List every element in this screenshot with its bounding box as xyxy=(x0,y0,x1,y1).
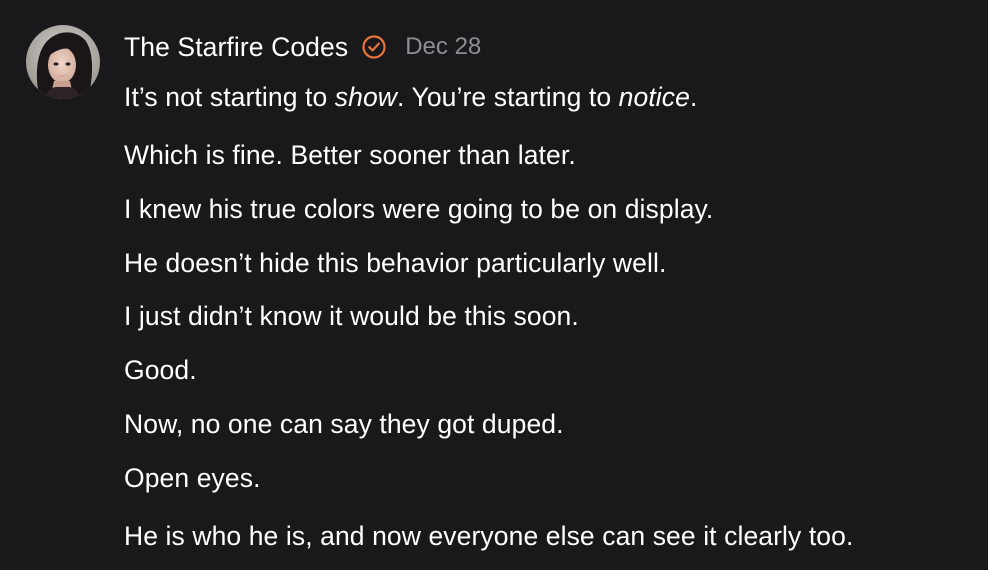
post-header: The Starfire Codes Dec 28 xyxy=(124,30,481,64)
verified-badge-icon xyxy=(361,34,387,60)
comment-line-2: Which is fine. Better sooner than later. xyxy=(124,140,576,170)
comment-line-8: Open eyes. xyxy=(124,463,261,493)
post-date[interactable]: Dec 28 xyxy=(405,33,481,61)
comment-post: The Starfire Codes Dec 28 It’s not start… xyxy=(0,0,988,570)
comment-line-5: I just didn’t know it would be this soon… xyxy=(124,301,579,331)
comment-line-4: He doesn’t hide this behavior particular… xyxy=(124,248,667,278)
comment-line-9: He is who he is, and now everyone else c… xyxy=(124,521,854,551)
comment-line-6: Good. xyxy=(124,355,197,385)
emphasis-notice: notice xyxy=(618,82,690,112)
line-text: . xyxy=(689,82,698,112)
line-text: It’s not starting to xyxy=(124,82,335,112)
comment-line-3: I knew his true colors were going to be … xyxy=(124,194,714,224)
comment-line-1: It’s not starting to show. You’re starti… xyxy=(124,80,697,114)
avatar-image xyxy=(26,25,100,99)
line-text: . You’re starting to xyxy=(397,82,619,112)
emphasis-show: show xyxy=(334,82,398,112)
avatar[interactable] xyxy=(26,25,100,99)
author-name[interactable]: The Starfire Codes xyxy=(124,32,348,63)
comment-line-7: Now, no one can say they got duped. xyxy=(124,409,564,439)
